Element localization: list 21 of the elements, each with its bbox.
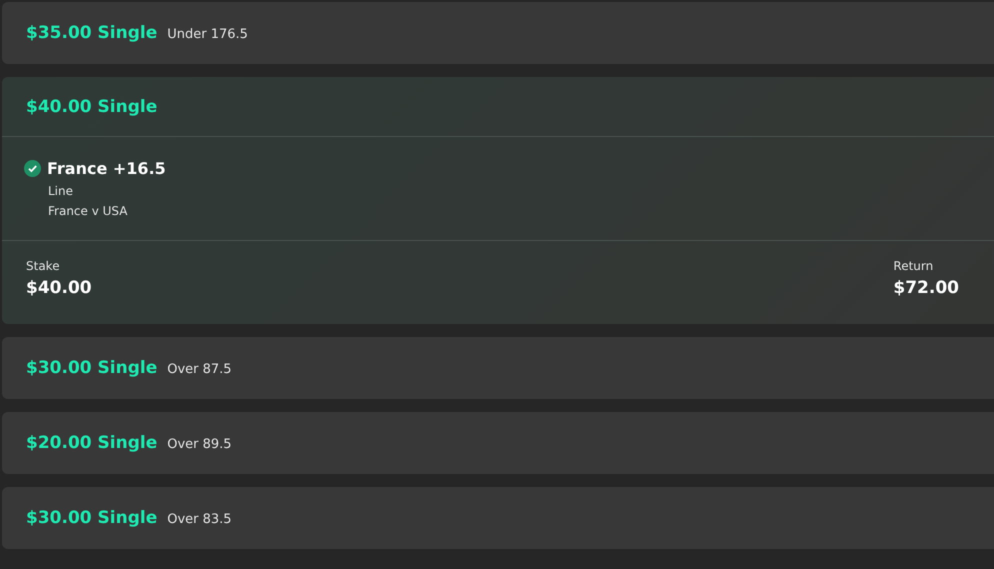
bet-title: $20.00 Single [26,433,158,453]
return-amount: $72.00 [893,278,959,298]
stake-amount: $40.00 [26,278,92,298]
selection-name: Over 83.5 [167,511,232,527]
event-name: France v USA [47,204,128,218]
bet-title: $30.00 Single [26,508,158,528]
selection-name: Over 87.5 [167,361,232,377]
stake-label: Stake [26,259,61,273]
bet-card[interactable]: $35.00 Single Under 176.5 [2,2,994,64]
bet-card[interactable]: $30.00 Single Over 83.5 [2,487,994,549]
market-name: Line [47,184,74,198]
bet-title: $40.00 Single [26,96,158,116]
selection-name: Over 89.5 [167,436,232,452]
return-label: Return [893,259,934,273]
bet-card[interactable]: $30.00 Single Over 87.5 [2,337,994,399]
selection-name: France +16.5 [47,159,166,178]
bet-title: $35.00 Single [26,23,158,43]
bet-card[interactable]: $40.00 Single France +16.5 Line France v USA Stake $40.00 Return $72.00 [2,77,994,324]
bet-title: $30.00 Single [26,358,158,378]
selection-name: Under 176.5 [167,26,248,42]
bet-card[interactable]: $20.00 Single Over 89.5 [2,412,994,474]
